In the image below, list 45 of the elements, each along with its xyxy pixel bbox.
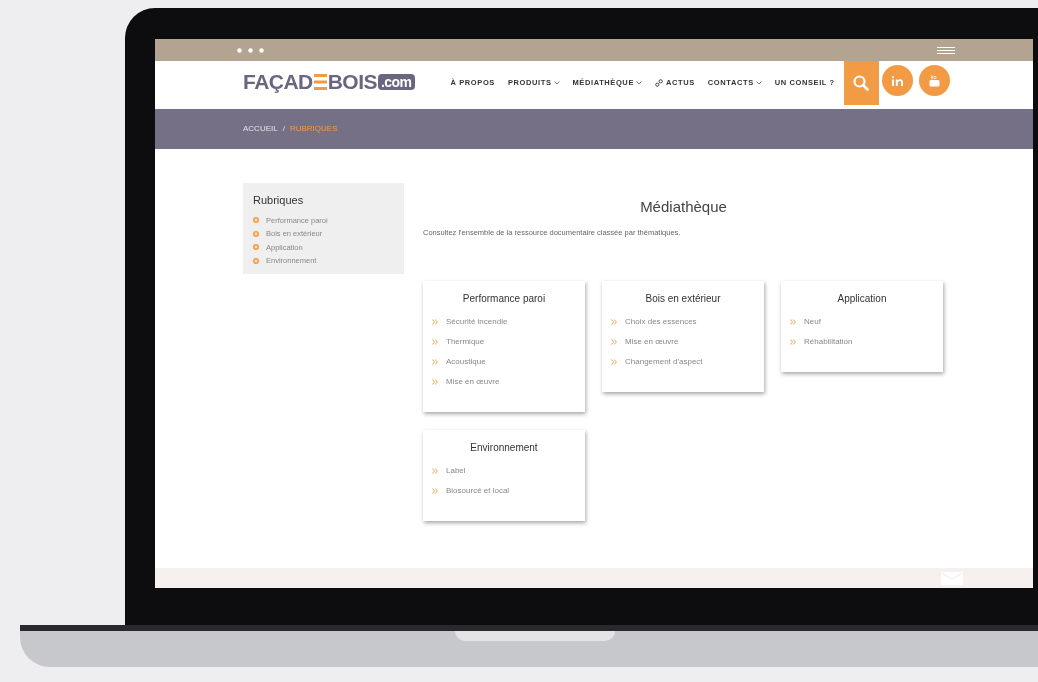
double-chevron-icon [432, 358, 438, 365]
double-chevron-icon [611, 358, 617, 365]
double-chevron-icon [432, 467, 438, 474]
menu-icon[interactable] [937, 46, 955, 54]
breadcrumb-link[interactable]: ACCUEIL [243, 123, 278, 135]
sidebar-title: Rubriques [253, 193, 305, 208]
dots-icon[interactable] [237, 47, 265, 53]
page-title: Médiathèque [639, 197, 728, 217]
double-chevron-icon [790, 338, 796, 345]
card-link[interactable]: Mise en œuvre [432, 371, 576, 392]
card-link[interactable]: Neuf [790, 311, 934, 332]
e-bars-icon [313, 73, 327, 90]
card-title[interactable]: Performance paroi [432, 290, 576, 306]
double-chevron-icon [611, 338, 617, 345]
card-link[interactable]: Acoustique [432, 351, 576, 372]
card-title[interactable]: Environnement [432, 439, 576, 455]
card-link[interactable]: Choix des essences [611, 311, 755, 332]
card-link[interactable]: Thermique [432, 331, 576, 352]
double-chevron-icon [432, 338, 438, 345]
chevron-down-icon [755, 80, 762, 85]
card-link[interactable]: Biosourcé et local [432, 480, 576, 501]
youtube-icon [928, 74, 940, 87]
card-title[interactable]: Application [790, 290, 934, 306]
card-link[interactable]: Label [432, 460, 576, 481]
site-logo[interactable]: FAÇAD BOIS .com [243, 71, 415, 92]
linkedin-button[interactable] [881, 65, 913, 96]
search-icon [853, 75, 870, 91]
double-chevron-icon [432, 318, 438, 325]
card-title[interactable]: Bois en extérieur [611, 290, 755, 306]
chevron-down-icon [636, 80, 642, 85]
card-link[interactable]: Mise en œuvre [611, 331, 755, 352]
double-chevron-icon [611, 318, 617, 325]
youtube-button[interactable] [918, 65, 950, 96]
card-link[interactable]: Réhabilitation [790, 331, 934, 352]
chevron-down-icon [553, 80, 560, 85]
card-link[interactable]: Changement d'aspect [611, 351, 755, 372]
search-button[interactable] [843, 61, 879, 105]
breadcrumb-link[interactable]: RUBRIQUES [289, 123, 338, 135]
breadcrumb-separator: / [282, 123, 285, 135]
linkedin-icon [891, 75, 903, 86]
link-icon [655, 78, 663, 87]
double-chevron-icon [432, 378, 438, 385]
double-chevron-icon [790, 318, 796, 325]
card-link[interactable]: Sécurité incendie [432, 311, 576, 332]
double-chevron-icon [432, 487, 438, 494]
